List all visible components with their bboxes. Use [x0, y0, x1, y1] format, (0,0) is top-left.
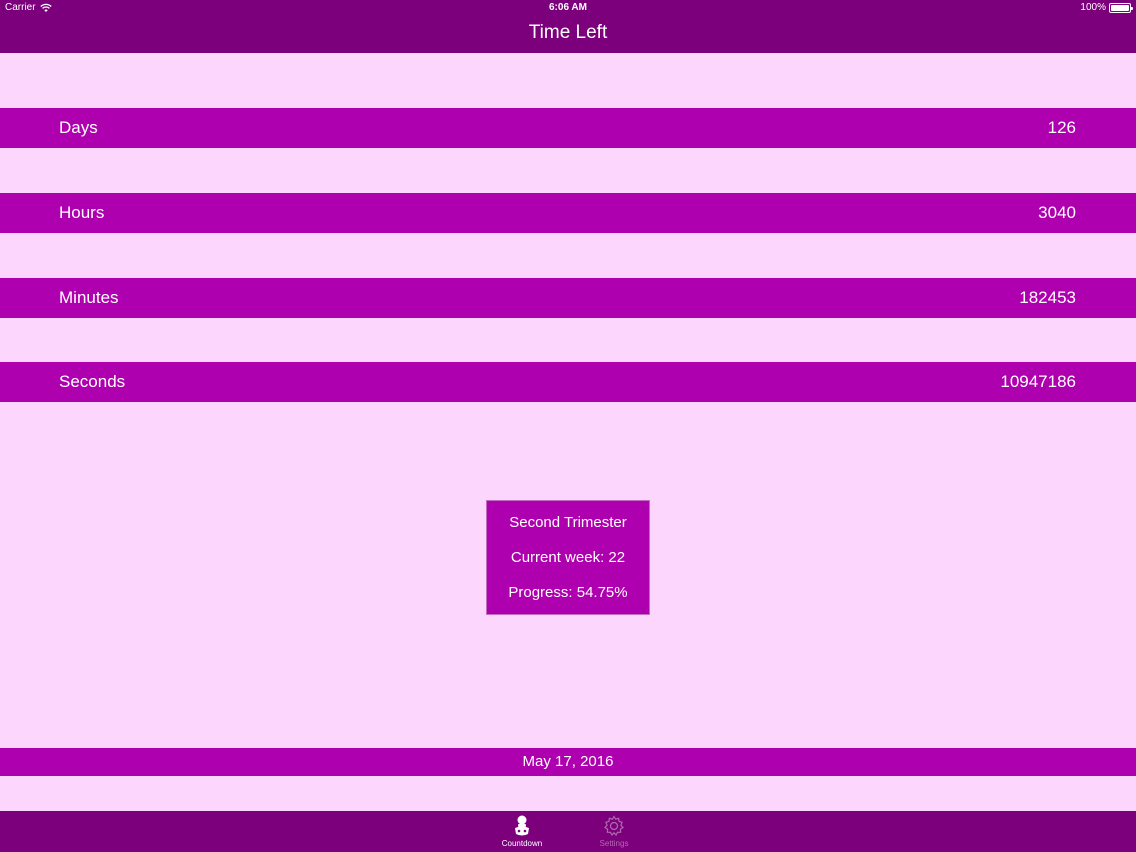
navigation-bar: Carrier 6:06 AM 100% Time Left [0, 0, 1136, 53]
tab-label: Settings [599, 839, 629, 848]
baby-icon [515, 815, 529, 836]
battery-icon [1109, 2, 1133, 13]
row-label: Seconds [59, 372, 126, 391]
row-value: 182453 [1019, 288, 1076, 307]
row-seconds: Seconds 10947186 [0, 362, 1136, 402]
trimester-label: Second Trimester [509, 514, 627, 531]
page-title: Time Left [528, 22, 608, 43]
row-value: 3040 [1038, 203, 1076, 222]
progress-label: Progress: 54.75% [508, 584, 628, 601]
status-battery: 100% [1080, 2, 1133, 13]
row-minutes: Minutes 182453 [0, 278, 1136, 318]
tab-bar: Countdown Settings [0, 811, 1136, 852]
row-days: Days 126 [0, 108, 1136, 148]
tab-label: Countdown [501, 839, 543, 848]
trimester-info-box: Second Trimester Current week: 22 Progre… [486, 500, 650, 615]
row-value: 10947186 [1000, 372, 1076, 391]
due-date-bar: May 17, 2016 [0, 748, 1136, 776]
row-label: Hours [59, 203, 105, 222]
row-label: Minutes [59, 288, 119, 307]
tab-settings[interactable]: Settings [579, 811, 649, 852]
gear-icon [604, 815, 624, 837]
row-value: 126 [1047, 118, 1076, 137]
row-label: Days [59, 118, 98, 137]
tab-countdown[interactable]: Countdown [487, 811, 557, 852]
row-hours: Hours 3040 [0, 193, 1136, 233]
battery-percent: 100% [1080, 2, 1106, 13]
current-week-label: Current week: 22 [510, 549, 626, 566]
status-time: 6:06 AM [549, 2, 587, 13]
